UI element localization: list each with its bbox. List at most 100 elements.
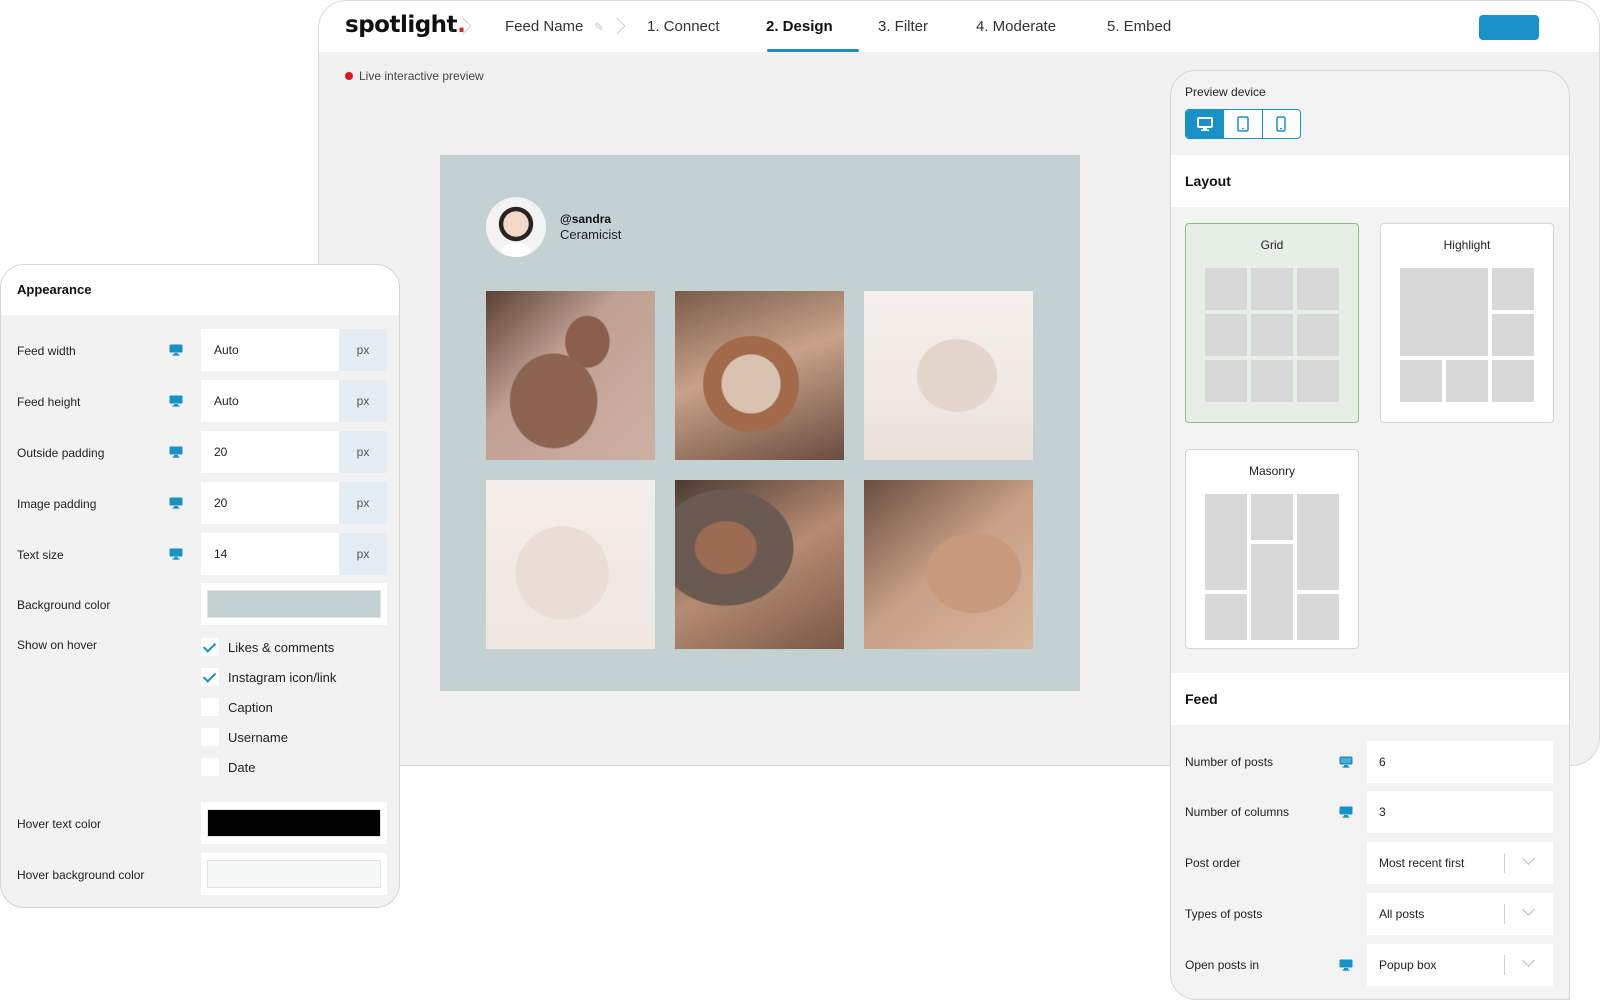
checkbox-unchecked[interactable] bbox=[201, 698, 219, 716]
hover-text-color-swatch bbox=[207, 809, 381, 837]
feed-post[interactable] bbox=[864, 291, 1033, 460]
tab-embed[interactable]: 5. Embed bbox=[1107, 18, 1171, 35]
profile-username[interactable]: @sandra bbox=[560, 212, 621, 226]
hover-background-color-row: Hover background color bbox=[1, 853, 399, 895]
outside-padding-label: Outside padding bbox=[17, 446, 105, 460]
text-size-row: Text size px bbox=[1, 533, 399, 575]
spotlight-logo[interactable]: spotlight. bbox=[345, 12, 466, 38]
layout-section-title: Layout bbox=[1185, 173, 1231, 189]
breadcrumb-chevron-icon bbox=[611, 17, 623, 37]
checkbox-checked[interactable] bbox=[201, 668, 219, 686]
feed-post[interactable] bbox=[675, 480, 844, 649]
feed-post[interactable] bbox=[864, 480, 1033, 649]
feed-section-title: Feed bbox=[1185, 691, 1218, 707]
checkbox-label: Instagram icon/link bbox=[228, 669, 337, 685]
feed-section-header: Feed bbox=[1171, 673, 1569, 725]
open-posts-in-label: Open posts in bbox=[1185, 958, 1260, 972]
post-order-select[interactable]: Most recent first bbox=[1367, 842, 1553, 884]
checkbox-unchecked[interactable] bbox=[201, 728, 219, 746]
unit-label: px bbox=[339, 431, 387, 473]
save-button[interactable] bbox=[1479, 15, 1539, 40]
checkbox-label: Date bbox=[228, 759, 256, 775]
layout-section-header: Layout bbox=[1171, 155, 1569, 207]
feed-height-input[interactable] bbox=[201, 380, 339, 422]
hover-option-caption[interactable]: Caption bbox=[201, 697, 273, 717]
hover-option-date[interactable]: Date bbox=[201, 757, 255, 777]
number-of-posts-row: Number of posts bbox=[1171, 741, 1569, 783]
open-posts-in-select[interactable]: Popup box bbox=[1367, 944, 1553, 986]
layout-option-grid[interactable]: Grid bbox=[1185, 223, 1359, 423]
select-divider bbox=[1504, 955, 1505, 975]
feed-post[interactable] bbox=[486, 291, 655, 460]
types-of-posts-select[interactable]: All posts bbox=[1367, 893, 1553, 935]
checkbox-label: Likes & comments bbox=[228, 639, 335, 655]
hover-background-color-swatch bbox=[207, 860, 381, 888]
feed-width-input[interactable] bbox=[201, 329, 339, 371]
image-padding-input[interactable] bbox=[201, 482, 339, 524]
live-preview-label: Live interactive preview bbox=[359, 69, 484, 83]
post-order-label: Post order bbox=[1185, 856, 1241, 870]
desktop-icon[interactable] bbox=[169, 497, 183, 509]
hover-option-likes-comments[interactable]: Likes & comments bbox=[201, 637, 334, 657]
number-of-posts-input[interactable] bbox=[1367, 741, 1553, 783]
image-padding-row: Image padding px bbox=[1, 482, 399, 524]
tab-connect[interactable]: 1. Connect bbox=[647, 18, 720, 35]
types-of-posts-label: Types of posts bbox=[1185, 907, 1263, 921]
active-tab-indicator bbox=[767, 49, 859, 52]
tab-filter[interactable]: 3. Filter bbox=[878, 18, 928, 35]
desktop-icon[interactable] bbox=[1339, 959, 1353, 971]
desktop-icon bbox=[1196, 117, 1213, 131]
appearance-title: Appearance bbox=[17, 282, 92, 297]
desktop-icon[interactable] bbox=[169, 344, 183, 356]
phone-icon bbox=[1276, 116, 1287, 132]
tab-design[interactable]: 2. Design bbox=[766, 18, 833, 35]
post-order-value: Most recent first bbox=[1379, 856, 1465, 870]
number-of-posts-label: Number of posts bbox=[1185, 755, 1274, 769]
feed-post[interactable] bbox=[675, 291, 844, 460]
device-tablet-button[interactable] bbox=[1224, 110, 1263, 138]
desktop-icon[interactable] bbox=[1339, 756, 1353, 768]
number-of-columns-input[interactable] bbox=[1367, 791, 1553, 833]
feed-name-label[interactable]: Feed Name bbox=[505, 18, 583, 35]
device-desktop-button[interactable] bbox=[1186, 110, 1225, 138]
device-phone-button[interactable] bbox=[1263, 110, 1300, 138]
tab-moderate[interactable]: 4. Moderate bbox=[976, 18, 1056, 35]
live-dot-icon bbox=[345, 72, 353, 80]
layout-option-masonry[interactable]: Masonry bbox=[1185, 449, 1359, 649]
checkbox-unchecked[interactable] bbox=[201, 758, 219, 776]
types-of-posts-row: Types of posts All posts bbox=[1171, 893, 1569, 935]
hover-background-color-picker[interactable] bbox=[201, 853, 387, 895]
text-size-input[interactable] bbox=[201, 533, 339, 575]
hover-option-username[interactable]: Username bbox=[201, 727, 288, 747]
masonry-layout-thumbnail bbox=[1205, 494, 1339, 640]
highlight-layout-thumbnail bbox=[1400, 268, 1534, 402]
chevron-down-icon bbox=[1522, 954, 1535, 967]
checkbox-label: Caption bbox=[228, 699, 273, 715]
hover-text-color-picker[interactable] bbox=[201, 802, 387, 844]
layout-option-label: Grid bbox=[1260, 238, 1284, 252]
desktop-icon[interactable] bbox=[169, 395, 183, 407]
background-color-label: Background color bbox=[17, 598, 111, 612]
preview-device-label: Preview device bbox=[1185, 85, 1266, 99]
desktop-icon[interactable] bbox=[1339, 806, 1353, 818]
photo-grid bbox=[486, 291, 1033, 649]
avatar[interactable] bbox=[486, 197, 546, 257]
feed-post[interactable] bbox=[486, 480, 655, 649]
layout-option-highlight[interactable]: Highlight bbox=[1380, 223, 1554, 423]
show-on-hover-label: Show on hover bbox=[17, 638, 98, 652]
hover-text-color-label: Hover text color bbox=[17, 817, 102, 831]
select-divider bbox=[1504, 853, 1505, 873]
outside-padding-input[interactable] bbox=[201, 431, 339, 473]
chevron-down-icon bbox=[1522, 852, 1535, 865]
unit-label: px bbox=[339, 329, 387, 371]
live-preview-indicator: Live interactive preview bbox=[345, 69, 484, 83]
desktop-icon[interactable] bbox=[169, 548, 183, 560]
checkbox-checked[interactable] bbox=[201, 638, 219, 656]
hover-option-instagram-link[interactable]: Instagram icon/link bbox=[201, 667, 336, 687]
unit-label: px bbox=[339, 533, 387, 575]
background-color-picker[interactable] bbox=[201, 583, 387, 625]
preview-device-toggle bbox=[1185, 109, 1301, 139]
types-of-posts-value: All posts bbox=[1379, 907, 1425, 921]
desktop-icon[interactable] bbox=[169, 446, 183, 458]
pencil-icon[interactable]: ✎ bbox=[594, 21, 606, 33]
